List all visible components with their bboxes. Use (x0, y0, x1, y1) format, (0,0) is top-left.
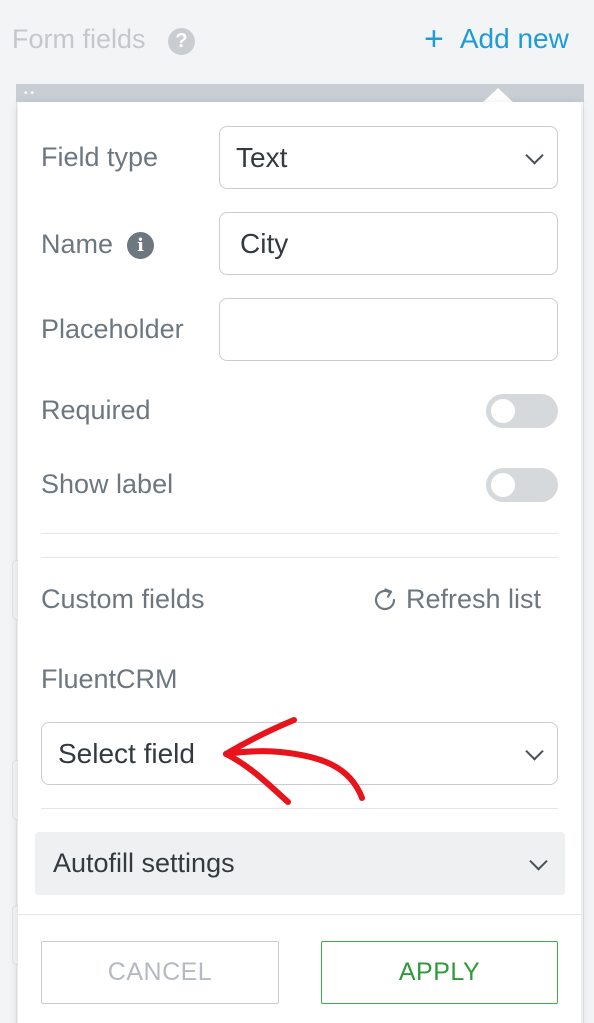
name-input[interactable]: City (219, 212, 558, 275)
add-new-button[interactable]: + Add new (424, 22, 569, 56)
select-field-value: Select field (58, 737, 195, 769)
custom-fields-label: Custom fields (41, 584, 205, 614)
plus-icon: + (424, 20, 444, 58)
toggle-knob (491, 473, 515, 497)
placeholder-label: Placeholder (41, 314, 184, 344)
refresh-list-button[interactable]: Refresh list (370, 584, 541, 615)
autofill-settings-accordion[interactable]: Autofill settings (35, 832, 565, 895)
placeholder-input[interactable] (219, 298, 558, 361)
annotation-arrow-icon (223, 717, 365, 805)
show-label-label: Show label (41, 469, 174, 499)
field-type-select[interactable]: Text (219, 126, 558, 189)
field-type-value: Text (236, 141, 288, 173)
show-label-toggle[interactable] (486, 468, 558, 502)
footer-divider (18, 914, 581, 915)
chevron-down-icon (525, 741, 544, 761)
divider (41, 533, 558, 534)
divider (41, 557, 558, 558)
cancel-button[interactable]: CANCEL (41, 941, 279, 1004)
apply-button[interactable]: APPLY (321, 941, 558, 1004)
refresh-icon (374, 587, 396, 610)
name-label-row: Name i (41, 229, 155, 260)
field-type-label: Field type (41, 142, 159, 172)
autofill-settings-label: Autofill settings (53, 848, 235, 878)
required-label: Required (41, 395, 151, 425)
fluentcrm-label: FluentCRM (41, 664, 178, 694)
name-label: Name (41, 229, 114, 259)
name-value: City (240, 227, 289, 259)
popover-caret (482, 88, 514, 103)
refresh-list-label: Refresh list (406, 584, 542, 614)
info-circle-icon[interactable]: i (127, 232, 155, 260)
toggle-knob (491, 399, 515, 423)
chevron-down-icon (525, 145, 544, 165)
add-new-label: Add new (459, 23, 569, 54)
form-fields-header: Form fields ? + Add new (0, 0, 594, 82)
question-circle-icon[interactable]: ? (168, 28, 195, 55)
chevron-down-icon (529, 851, 548, 871)
drag-dots-icon: •• (24, 88, 38, 99)
required-toggle[interactable] (486, 394, 558, 428)
form-fields-title: Form fields (12, 24, 146, 54)
